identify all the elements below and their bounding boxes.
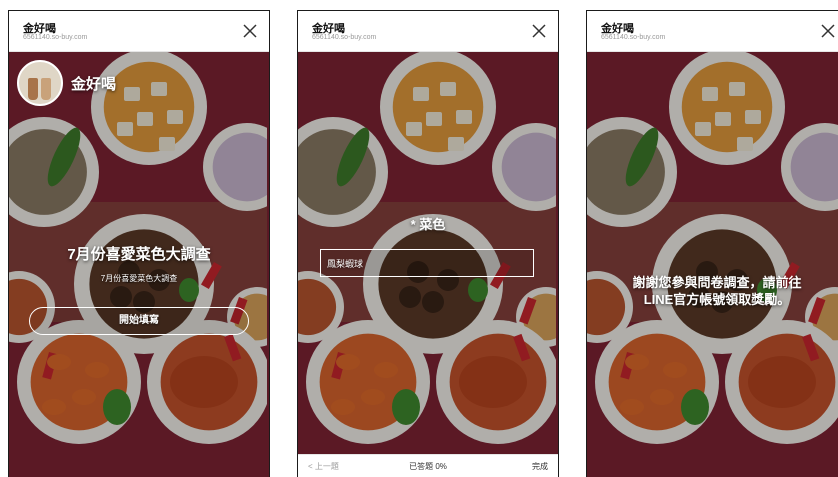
close-icon[interactable] [819, 22, 837, 40]
survey-welcome-screen: 金好喝 6561140.so-buy.com 金好喝 7月份喜愛菜色大調查 7月… [8, 10, 270, 477]
finish-button[interactable]: 完成 [532, 461, 548, 472]
thank-you-line-1: 謝謝您參與問卷調查，請前往 [632, 275, 802, 290]
food-photo-background [587, 52, 838, 477]
survey-thanks-screen: 金好喝 6561140.so-buy.com 謝謝您參與問卷調查，請前往 LIN… [586, 10, 838, 477]
survey-question-screen: 金好喝 6561140.so-buy.com * 菜色 鳳梨蝦球 < 上一題 已… [297, 10, 559, 477]
close-icon[interactable] [530, 22, 548, 40]
question-nav-bar: < 上一題 已答題 0% 完成 [298, 454, 558, 477]
header-bar: 金好喝 6561140.so-buy.com [587, 11, 838, 52]
header-bar: 金好喝 6561140.so-buy.com [298, 11, 558, 52]
drink-cup-icon [41, 78, 51, 100]
food-photo-background [9, 52, 269, 477]
progress-label: 已答題 0% [409, 462, 447, 471]
thank-you-line-2: LINE官方帳號領取獎勵。 [643, 292, 791, 307]
avatar [17, 60, 63, 106]
photo-overlay [587, 52, 838, 477]
thank-you-message: 謝謝您參與問卷調查，請前往 LINE官方帳號領取獎勵。 [597, 274, 837, 308]
photo-overlay [9, 52, 269, 477]
brand-name: 金好喝 [71, 75, 117, 93]
drink-cup-icon [28, 78, 38, 100]
survey-title: 7月份喜愛菜色大調查 [67, 246, 211, 263]
header-url: 6561140.so-buy.com [312, 34, 377, 41]
start-survey-button[interactable]: 開始填寫 [29, 307, 249, 335]
dish-answer-input[interactable]: 鳳梨蝦球 [320, 249, 534, 277]
header-url: 6561140.so-buy.com [601, 34, 666, 41]
survey-subtitle: 7月份喜愛菜色大調查 [100, 274, 178, 283]
question-label: * 菜色 [410, 217, 446, 232]
close-icon[interactable] [241, 22, 259, 40]
header-url: 6561140.so-buy.com [23, 34, 88, 41]
brand-header: 金好喝 [17, 60, 116, 106]
header-bar: 金好喝 6561140.so-buy.com [9, 11, 269, 52]
